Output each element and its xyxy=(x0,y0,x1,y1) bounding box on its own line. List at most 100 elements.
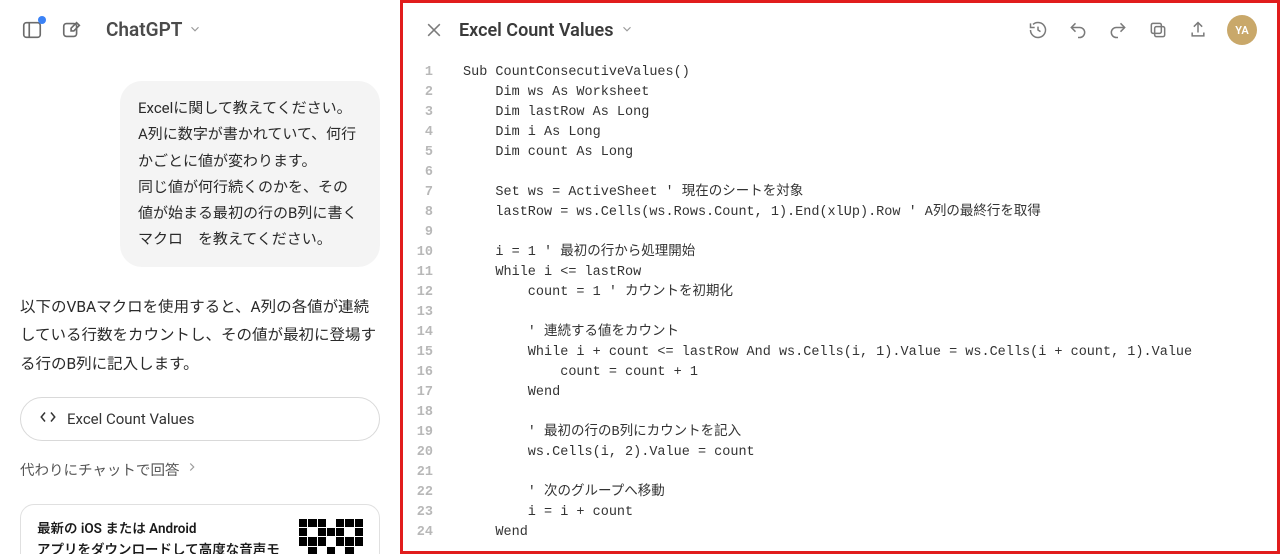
code-line: 3 Dim lastRow As Long xyxy=(403,103,1277,123)
line-number: 20 xyxy=(403,443,449,463)
new-chat-icon[interactable] xyxy=(60,18,84,42)
close-icon[interactable] xyxy=(423,19,445,41)
code-line: 20 ws.Cells(i, 2).Value = count xyxy=(403,443,1277,463)
line-number: 23 xyxy=(403,503,449,523)
code-line: 12 count = 1 ' カウントを初期化 xyxy=(403,283,1277,303)
user-message: Excelに関して教えてください。 A列に数字が書かれていて、何行かごとに値が変… xyxy=(120,81,380,267)
line-number: 24 xyxy=(403,523,449,543)
code-line: 23 i = i + count xyxy=(403,503,1277,523)
line-number: 15 xyxy=(403,343,449,363)
avatar[interactable]: YA xyxy=(1227,15,1257,45)
line-number: 4 xyxy=(403,123,449,143)
line-content: While i + count <= lastRow And ws.Cells(… xyxy=(449,343,1277,363)
line-content: lastRow = ws.Cells(ws.Rows.Count, 1).End… xyxy=(449,203,1277,223)
line-number: 13 xyxy=(403,303,449,323)
line-number: 11 xyxy=(403,263,449,283)
redo-icon[interactable] xyxy=(1107,19,1129,41)
code-panel: Excel Count Values YA 1Sub Cou xyxy=(400,0,1280,554)
sidebar-toggle-icon[interactable] xyxy=(20,18,44,42)
line-content: Dim ws As Worksheet xyxy=(449,83,1277,103)
line-number: 2 xyxy=(403,83,449,103)
model-name: ChatGPT xyxy=(106,18,182,41)
chat-column: ChatGPT Excelに関して教えてください。 A列に数字が書かれていて、何… xyxy=(0,0,400,554)
code-editor[interactable]: 1Sub CountConsecutiveValues()2 Dim ws As… xyxy=(403,57,1277,551)
history-icon[interactable] xyxy=(1027,19,1049,41)
line-number: 12 xyxy=(403,283,449,303)
code-line: 22 ' 次のグループへ移動 xyxy=(403,483,1277,503)
app-promo-card: 最新の iOS または Android アプリをダウンロードして高度な音声モード… xyxy=(20,504,380,554)
model-selector[interactable]: ChatGPT xyxy=(100,14,208,45)
line-number: 6 xyxy=(403,163,449,183)
code-line: 15 While i + count <= lastRow And ws.Cel… xyxy=(403,343,1277,363)
line-content: Wend xyxy=(449,523,1277,543)
panel-title-text: Excel Count Values xyxy=(459,20,614,41)
code-line: 16 count = count + 1 xyxy=(403,363,1277,383)
line-content: i = 1 ' 最初の行から処理開始 xyxy=(449,243,1277,263)
code-line: 21 xyxy=(403,463,1277,483)
code-chip[interactable]: Excel Count Values xyxy=(20,397,380,441)
line-content xyxy=(449,303,1277,323)
chevron-down-icon xyxy=(620,20,634,41)
code-line: 7 Set ws = ActiveSheet ' 現在のシートを対象 xyxy=(403,183,1277,203)
line-number: 10 xyxy=(403,243,449,263)
line-number: 5 xyxy=(403,143,449,163)
code-line: 18 xyxy=(403,403,1277,423)
line-content: Dim lastRow As Long xyxy=(449,103,1277,123)
code-line: 13 xyxy=(403,303,1277,323)
line-content xyxy=(449,463,1277,483)
line-content xyxy=(449,223,1277,243)
line-number: 14 xyxy=(403,323,449,343)
code-panel-header: Excel Count Values YA xyxy=(403,3,1277,57)
line-content: i = i + count xyxy=(449,503,1277,523)
line-content: Wend xyxy=(449,383,1277,403)
line-content: Sub CountConsecutiveValues() xyxy=(449,63,1277,83)
code-line: 11 While i <= lastRow xyxy=(403,263,1277,283)
chevron-right-icon xyxy=(185,460,199,478)
code-line: 9 xyxy=(403,223,1277,243)
chevron-down-icon xyxy=(188,18,202,41)
line-number: 3 xyxy=(403,103,449,123)
line-number: 1 xyxy=(403,63,449,83)
chat-header: ChatGPT xyxy=(20,14,380,45)
line-content xyxy=(449,403,1277,423)
line-number: 22 xyxy=(403,483,449,503)
code-line: 5 Dim count As Long xyxy=(403,143,1277,163)
notification-dot xyxy=(38,16,46,24)
line-content xyxy=(449,163,1277,183)
code-line: 24 Wend xyxy=(403,523,1277,543)
code-icon xyxy=(39,408,57,430)
code-line: 1Sub CountConsecutiveValues() xyxy=(403,63,1277,83)
line-content: ' 最初の行のB列にカウントを記入 xyxy=(449,423,1277,443)
line-number: 7 xyxy=(403,183,449,203)
panel-title[interactable]: Excel Count Values xyxy=(459,20,634,41)
code-line: 17 Wend xyxy=(403,383,1277,403)
code-line: 4 Dim i As Long xyxy=(403,123,1277,143)
reply-in-chat-link[interactable]: 代わりにチャットで回答 xyxy=(20,459,380,480)
share-icon[interactable] xyxy=(1187,19,1209,41)
line-content: While i <= lastRow xyxy=(449,263,1277,283)
line-content: ws.Cells(i, 2).Value = count xyxy=(449,443,1277,463)
undo-icon[interactable] xyxy=(1067,19,1089,41)
promo-text: 最新の iOS または Android アプリをダウンロードして高度な音声モード… xyxy=(37,519,281,554)
code-line: 19 ' 最初の行のB列にカウントを記入 xyxy=(403,423,1277,443)
code-line: 6 xyxy=(403,163,1277,183)
line-content: count = 1 ' カウントを初期化 xyxy=(449,283,1277,303)
code-line: 2 Dim ws As Worksheet xyxy=(403,83,1277,103)
line-content: ' 連続する値をカウント xyxy=(449,323,1277,343)
reply-in-chat-text: 代わりにチャットで回答 xyxy=(20,459,179,480)
code-line: 10 i = 1 ' 最初の行から処理開始 xyxy=(403,243,1277,263)
line-content: Dim count As Long xyxy=(449,143,1277,163)
code-line: 14 ' 連続する値をカウント xyxy=(403,323,1277,343)
copy-icon[interactable] xyxy=(1147,19,1169,41)
panel-actions: YA xyxy=(1027,15,1257,45)
assistant-message: 以下のVBAマクロを使用すると、A列の各値が連続している行数をカウントし、その値… xyxy=(20,293,380,379)
line-number: 18 xyxy=(403,403,449,423)
line-content: Dim i As Long xyxy=(449,123,1277,143)
line-number: 9 xyxy=(403,223,449,243)
line-number: 8 xyxy=(403,203,449,223)
line-content: count = count + 1 xyxy=(449,363,1277,383)
line-number: 21 xyxy=(403,463,449,483)
code-line: 8 lastRow = ws.Cells(ws.Rows.Count, 1).E… xyxy=(403,203,1277,223)
line-number: 19 xyxy=(403,423,449,443)
line-number: 16 xyxy=(403,363,449,383)
